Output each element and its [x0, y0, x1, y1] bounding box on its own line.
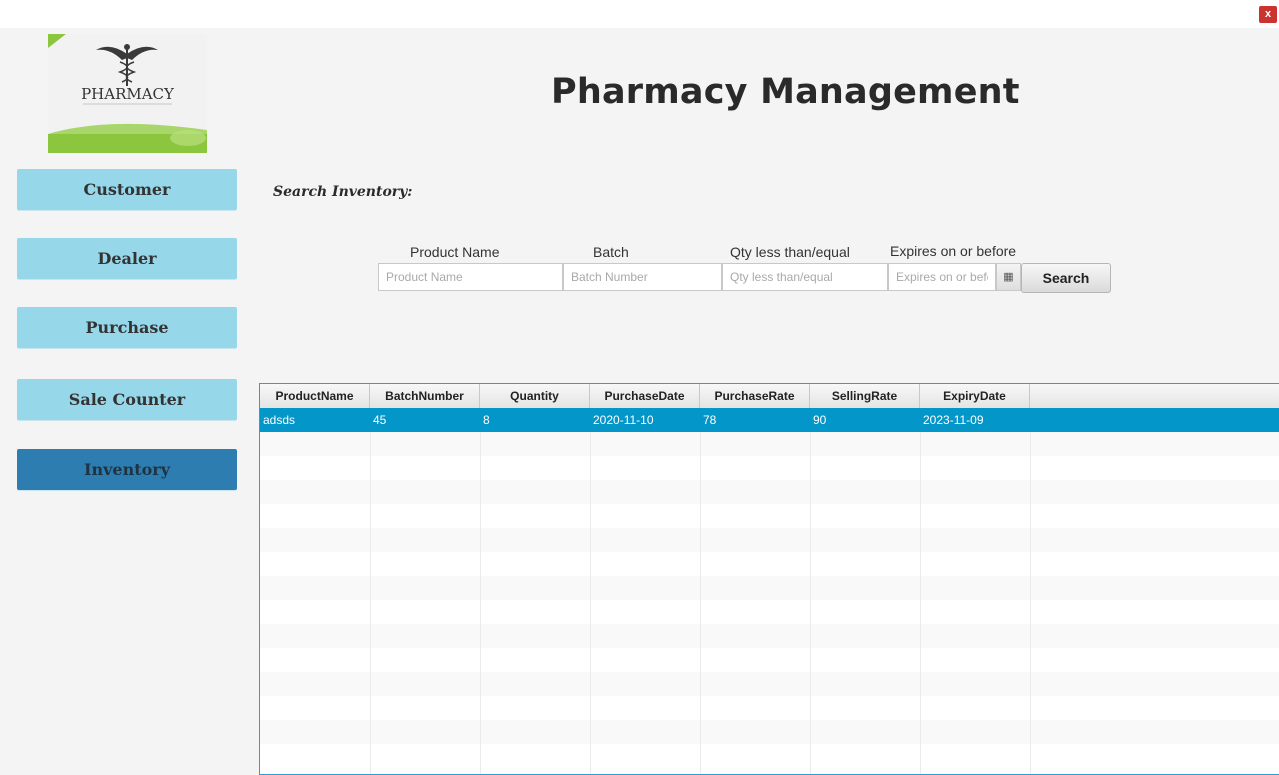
table-row-empty [260, 720, 1279, 744]
column-header-purchasedate[interactable]: PurchaseDate [590, 384, 700, 408]
search-heading: Search Inventory: [273, 184, 413, 200]
cell-sellingrate: 90 [813, 413, 827, 427]
inventory-table[interactable]: ProductName BatchNumber Quantity Purchas… [259, 383, 1279, 775]
table-row-empty [260, 600, 1279, 624]
column-divider [920, 408, 921, 774]
column-header-expirydate[interactable]: ExpiryDate [920, 384, 1030, 408]
column-header-sellingrate[interactable]: SellingRate [810, 384, 920, 408]
table-row-empty [260, 528, 1279, 552]
logo-image: PHARMACY [48, 34, 207, 153]
cell-purchaserate: 78 [703, 413, 717, 427]
table-row-empty [260, 672, 1279, 696]
pharmacy-logo: PHARMACY [48, 34, 207, 153]
search-button[interactable]: Search [1021, 263, 1111, 293]
sidebar-item-customer[interactable]: Customer [17, 169, 237, 210]
sidebar-item-purchase[interactable]: Purchase [17, 307, 237, 348]
table-row-empty [260, 432, 1279, 456]
table-row-empty [260, 744, 1279, 768]
table-row-empty [260, 648, 1279, 672]
table-row-empty [260, 456, 1279, 480]
column-divider [810, 408, 811, 774]
column-divider [1030, 408, 1031, 774]
column-divider [590, 408, 591, 774]
sidebar-item-dealer[interactable]: Dealer [17, 238, 237, 279]
cell-batchnumber: 45 [373, 413, 387, 427]
cell-quantity: 8 [483, 413, 490, 427]
qty-label: Qty less than/equal [730, 244, 850, 260]
column-divider [700, 408, 701, 774]
sidebar-item-sale-counter[interactable]: Sale Counter [17, 379, 237, 420]
cell-expirydate: 2023-11-09 [923, 413, 984, 427]
title-bar: x [0, 0, 1279, 28]
cell-purchasedate: 2020-11-10 [593, 413, 654, 427]
column-header-batchnumber[interactable]: BatchNumber [370, 384, 480, 408]
calendar-icon[interactable]: ▦ [996, 263, 1021, 291]
column-header-quantity[interactable]: Quantity [480, 384, 590, 408]
product-name-label: Product Name [410, 244, 500, 260]
column-header-purchaserate[interactable]: PurchaseRate [700, 384, 810, 408]
table-row-empty [260, 624, 1279, 648]
cell-productname: adsds [263, 413, 296, 427]
table-row-empty [260, 576, 1279, 600]
table-header: ProductName BatchNumber Quantity Purchas… [260, 384, 1279, 409]
table-row-empty [260, 696, 1279, 720]
batch-label: Batch [593, 244, 629, 260]
batch-number-input[interactable] [563, 263, 722, 291]
logo-text: PHARMACY [81, 85, 175, 103]
table-row-empty [260, 480, 1279, 504]
column-header-productname[interactable]: ProductName [260, 384, 370, 408]
expiry-label: Expires on or before [890, 243, 1017, 259]
table-row-empty [260, 552, 1279, 576]
qty-input[interactable] [722, 263, 888, 291]
column-divider [480, 408, 481, 774]
product-name-input[interactable] [378, 263, 563, 291]
table-row-empty [260, 504, 1279, 528]
page-title: Pharmacy Management [551, 72, 1020, 112]
column-divider [370, 408, 371, 774]
sidebar-item-inventory[interactable]: Inventory [17, 449, 237, 490]
expiry-date-input[interactable] [888, 263, 996, 291]
table-row[interactable]: adsds 45 8 2020-11-10 78 90 2023-11-09 [260, 408, 1279, 432]
close-button[interactable]: x [1259, 6, 1277, 23]
